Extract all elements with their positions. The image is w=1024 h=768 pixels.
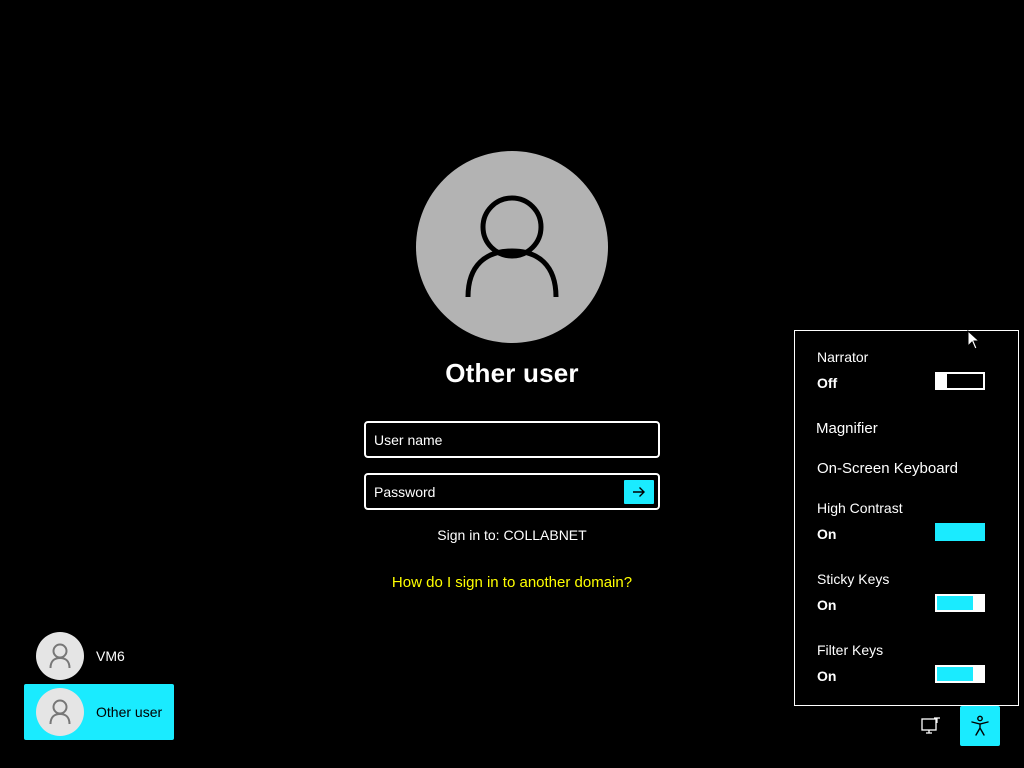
onscreen-keyboard-item[interactable]: On-Screen Keyboard xyxy=(817,460,958,477)
high-contrast-label: High Contrast xyxy=(817,500,903,516)
narrator-toggle[interactable] xyxy=(935,372,985,390)
user-tile-label: Other user xyxy=(96,704,163,720)
username-input[interactable] xyxy=(374,423,614,456)
person-icon xyxy=(465,195,559,298)
accessibility-button[interactable] xyxy=(960,706,1000,746)
filter-keys-label: Filter Keys xyxy=(817,642,884,658)
username-field[interactable] xyxy=(364,421,660,458)
user-tile-label: VM6 xyxy=(96,648,125,664)
filter-keys-toggle[interactable] xyxy=(935,665,985,683)
filter-keys-state: On xyxy=(817,668,837,684)
avatar xyxy=(36,688,84,736)
sticky-keys-label: Sticky Keys xyxy=(817,571,890,587)
mouse-cursor-icon xyxy=(967,330,981,350)
network-button[interactable] xyxy=(919,714,943,738)
high-contrast-toggle[interactable] xyxy=(935,523,985,541)
user-display-name: Other user xyxy=(445,358,579,388)
password-input[interactable] xyxy=(374,475,614,508)
magnifier-item[interactable]: Magnifier xyxy=(816,420,878,437)
user-avatar xyxy=(416,151,608,343)
user-tile-vm6[interactable]: VM6 xyxy=(24,628,174,684)
network-icon xyxy=(921,717,940,734)
narrator-state: Off xyxy=(817,375,838,391)
accessibility-panel: Narrator Off Magnifier On-Screen Keyboar… xyxy=(794,330,1019,706)
accessibility-icon xyxy=(971,715,989,736)
sign-in-domain-text: Sign in to: COLLABNET xyxy=(437,527,587,543)
person-icon xyxy=(49,643,71,669)
narrator-label: Narrator xyxy=(817,349,869,365)
high-contrast-state: On xyxy=(817,526,837,542)
submit-button[interactable] xyxy=(623,479,655,505)
user-tile-other-user[interactable]: Other user xyxy=(24,684,174,740)
person-icon xyxy=(49,699,71,725)
domain-help-link[interactable]: How do I sign in to another domain? xyxy=(312,574,712,591)
password-field[interactable] xyxy=(364,473,660,510)
sticky-keys-toggle[interactable] xyxy=(935,594,985,612)
sticky-keys-state: On xyxy=(817,597,837,613)
avatar xyxy=(36,632,84,680)
arrow-right-icon xyxy=(633,487,645,497)
